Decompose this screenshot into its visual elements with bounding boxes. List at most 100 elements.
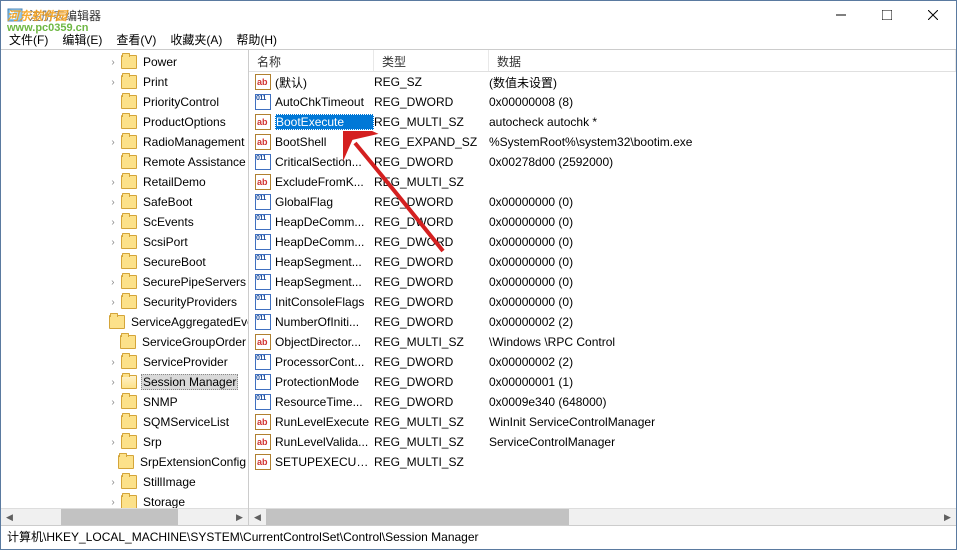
expand-arrow-icon[interactable]: › [107, 397, 119, 408]
list-row[interactable]: SETUPEXECUTEREG_MULTI_SZ [249, 452, 956, 472]
expand-arrow-icon[interactable]: › [107, 477, 119, 488]
list-row[interactable]: HeapDeComm...REG_DWORD0x00000000 (0) [249, 212, 956, 232]
scroll-thumb[interactable] [61, 509, 178, 525]
tree-item-label: Print [141, 75, 170, 89]
expand-arrow-icon[interactable]: › [107, 217, 119, 228]
list-row[interactable]: HeapDeComm...REG_DWORD0x00000000 (0) [249, 232, 956, 252]
expand-arrow-icon[interactable]: › [107, 237, 119, 248]
tree-item[interactable]: ›StillImage [1, 472, 248, 492]
tree-item[interactable]: ›ServiceProvider [1, 352, 248, 372]
list-hscrollbar[interactable]: ◀ ▶ [249, 508, 956, 525]
folder-icon [121, 395, 137, 409]
tree-item[interactable]: ›RetailDemo [1, 172, 248, 192]
menu-file[interactable]: 文件(F) [9, 31, 48, 48]
expand-arrow-icon[interactable]: › [107, 497, 119, 508]
expand-arrow-icon[interactable]: › [107, 137, 119, 148]
list-row[interactable]: NumberOfIniti...REG_DWORD0x00000002 (2) [249, 312, 956, 332]
tree-item[interactable]: › ScEvents [1, 212, 248, 232]
folder-icon [121, 75, 137, 89]
tree-item[interactable]: ServiceAggregatedEvents [1, 312, 248, 332]
tree-item[interactable]: SecureBoot [1, 252, 248, 272]
scroll-thumb[interactable] [266, 509, 569, 525]
tree-item[interactable]: PriorityControl [1, 92, 248, 112]
list-row[interactable]: BootExecuteREG_MULTI_SZautocheck autochk… [249, 112, 956, 132]
maximize-button[interactable] [864, 1, 910, 29]
expand-arrow-icon[interactable]: › [107, 197, 119, 208]
list-row[interactable]: RunLevelValida...REG_MULTI_SZServiceCont… [249, 432, 956, 452]
list-row[interactable]: ResourceTime...REG_DWORD0x0009e340 (6480… [249, 392, 956, 412]
menu-help[interactable]: 帮助(H) [236, 31, 277, 48]
value-type: REG_MULTI_SZ [374, 335, 489, 349]
list-row[interactable]: GlobalFlagREG_DWORD0x00000000 (0) [249, 192, 956, 212]
list-row[interactable]: AutoChkTimeoutREG_DWORD0x00000008 (8) [249, 92, 956, 112]
folder-icon [121, 95, 137, 109]
scroll-left-icon[interactable]: ◀ [1, 509, 18, 525]
tree-item[interactable]: ProductOptions [1, 112, 248, 132]
list-row[interactable]: InitConsoleFlagsREG_DWORD0x00000000 (0) [249, 292, 956, 312]
list-row[interactable]: ProtectionModeREG_DWORD0x00000001 (1) [249, 372, 956, 392]
tree-item[interactable]: SQMServiceList [1, 412, 248, 432]
menu-favorites[interactable]: 收藏夹(A) [170, 31, 222, 48]
col-header-data[interactable]: 数据 [489, 50, 956, 71]
list-row[interactable]: RunLevelExecuteREG_MULTI_SZWinInit Servi… [249, 412, 956, 432]
close-icon [928, 10, 938, 20]
tree-item[interactable]: ›Session Manager [1, 372, 248, 392]
expand-arrow-icon[interactable]: › [107, 177, 119, 188]
scroll-right-icon[interactable]: ▶ [939, 509, 956, 525]
tree-item[interactable]: ›SecurePipeServers [1, 272, 248, 292]
tree-item[interactable]: ›RadioManagement [1, 132, 248, 152]
expand-arrow-icon[interactable]: › [107, 357, 119, 368]
tree-item[interactable]: ›SafeBoot [1, 192, 248, 212]
tree-item[interactable]: Remote Assistance [1, 152, 248, 172]
close-button[interactable] [910, 1, 956, 29]
value-type: REG_DWORD [374, 295, 489, 309]
tree-item[interactable]: ›ScsiPort [1, 232, 248, 252]
tree-pane[interactable]: ›Power›PrintPriorityControlProductOption… [1, 50, 249, 525]
maximize-icon [882, 10, 892, 20]
expand-arrow-icon[interactable]: › [107, 297, 119, 308]
tree-hscrollbar[interactable]: ◀ ▶ [1, 508, 248, 525]
string-value-icon [255, 454, 271, 470]
expand-arrow-icon[interactable]: › [107, 77, 119, 88]
list-row[interactable]: (默认)REG_SZ(数值未设置) [249, 72, 956, 92]
folder-icon [121, 215, 137, 229]
col-header-type[interactable]: 类型 [374, 50, 489, 71]
tree-item-label: ScEvents [141, 215, 196, 229]
list-row[interactable]: BootShellREG_EXPAND_SZ%SystemRoot%\syste… [249, 132, 956, 152]
tree-item[interactable]: ›Power [1, 52, 248, 72]
menu-edit[interactable]: 编辑(E) [62, 31, 102, 48]
binary-value-icon [255, 314, 271, 330]
menu-view[interactable]: 查看(V) [116, 31, 156, 48]
tree-item[interactable]: ›SNMP [1, 392, 248, 412]
list-row[interactable]: ExcludeFromK...REG_MULTI_SZ [249, 172, 956, 192]
list-row[interactable]: HeapSegment...REG_DWORD0x00000000 (0) [249, 252, 956, 272]
folder-icon [121, 195, 137, 209]
expand-arrow-icon[interactable]: › [107, 277, 119, 288]
tree-item-label: SQMServiceList [141, 415, 231, 429]
folder-icon [121, 135, 137, 149]
value-data: 0x00278d00 (2592000) [489, 155, 956, 169]
expand-arrow-icon[interactable]: › [107, 57, 119, 68]
list-row[interactable]: ObjectDirector...REG_MULTI_SZ\Windows \R… [249, 332, 956, 352]
tree-item[interactable]: ›Srp [1, 432, 248, 452]
list-row[interactable]: ProcessorCont...REG_DWORD0x00000002 (2) [249, 352, 956, 372]
window-title: 注册表编辑器 [29, 7, 818, 24]
expand-arrow-icon[interactable]: › [107, 377, 119, 388]
tree-item[interactable]: › Print [1, 72, 248, 92]
value-data: 0x00000008 (8) [489, 95, 956, 109]
value-data: WinInit ServiceControlManager [489, 415, 956, 429]
scroll-left-icon[interactable]: ◀ [249, 509, 266, 525]
scroll-right-icon[interactable]: ▶ [231, 509, 248, 525]
list-row[interactable]: HeapSegment...REG_DWORD0x00000000 (0) [249, 272, 956, 292]
value-name: RunLevelValida... [275, 435, 374, 449]
tree-item[interactable]: ›SecurityProviders [1, 292, 248, 312]
tree-item[interactable]: ServiceGroupOrder [1, 332, 248, 352]
list-pane[interactable]: 名称 类型 数据 (默认)REG_SZ(数值未设置)AutoChkTimeout… [249, 50, 956, 525]
tree-item[interactable]: SrpExtensionConfig [1, 452, 248, 472]
list-row[interactable]: CriticalSection...REG_DWORD0x00278d00 (2… [249, 152, 956, 172]
value-type: REG_DWORD [374, 355, 489, 369]
value-name: ProcessorCont... [275, 355, 374, 369]
expand-arrow-icon[interactable]: › [107, 437, 119, 448]
col-header-name[interactable]: 名称 [249, 50, 374, 71]
minimize-button[interactable] [818, 1, 864, 29]
